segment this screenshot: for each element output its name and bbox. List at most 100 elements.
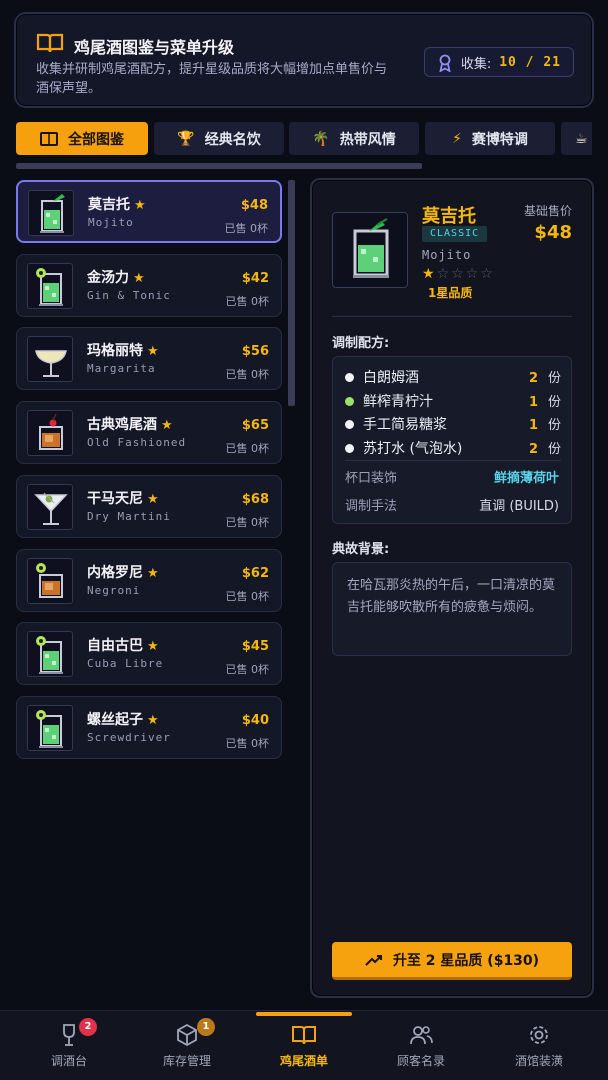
cocktail-card[interactable]: 莫吉托 ★ Mojito $48 已售 0杯 [16,180,282,243]
cocktail-english-name: Old Fashioned [87,436,187,450]
collection-counter: 收集: 10 / 21 [423,47,574,77]
ingredient-row: 苏打水 (气泡水) 2 份 [345,438,561,458]
page-description: 收集并研制鸡尾酒配方，提升星级品质将大幅增加点单售价与酒保声望。 [36,62,388,96]
cocktail-sold-count: 已售 0杯 [225,589,270,603]
cocktail-thumbnail [27,336,73,383]
cocktail-sold-count: 已售 0杯 [225,663,270,677]
ingredient-name: 鲜榨青柠汁 [363,393,433,410]
collect-label: 收集: [460,56,492,72]
tab-label: 赛博特调 [471,131,528,148]
cocktail-thumbnail [27,410,73,457]
ingredient-dot [345,373,354,382]
star-icon: ☆ [465,266,481,282]
recipe-box: 杯口装饰 鲜摘薄荷叶 调制手法 直调 (BUILD) 白朗姆酒 2 份鲜榨青柠汁 1 份… [332,356,572,524]
tab-tropical[interactable]: 🌴 热带风情 [289,122,419,155]
cocktail-name: 金汤力 ★ [87,269,145,286]
tab-classic[interactable]: 🏆 经典名饮 [154,122,284,155]
ingredient-qty: 2份 [528,441,561,457]
ingredient-row: 白朗姆酒 2 份 [345,367,561,387]
cocktail-card[interactable]: 干马天尼 ★ Dry Martini $68 已售 0杯 [16,474,282,538]
book-icon [40,131,58,146]
ingredient-row: 手工简易糖浆 1 份 [345,414,561,434]
method-label: 调制手法 [345,499,398,514]
star-icon: ★ [147,344,159,360]
nav-item[interactable]: 鸡尾酒单 [246,1014,362,1076]
notification-badge: 1 [197,1018,215,1036]
star-icon: ★ [133,270,145,286]
cocktail-english-name: Mojito [88,216,134,229]
cocktail-sold-count: 已售 0杯 [224,222,269,235]
star-icon: ★ [161,418,173,434]
garnish-label: 杯口装饰 [345,471,398,486]
cocktail-sold-count: 已售 0杯 [225,368,270,382]
highball-glass-icon [353,218,389,278]
ingredient-row: 鲜榨青柠汁 1 份 [345,391,561,411]
cocktail-name: 干马天尼 ★ [87,490,159,507]
nav-label: 鸡尾酒单 [279,1054,328,1068]
trophy-icon: 🏆 [177,130,195,147]
cocktail-card[interactable]: 古典鸡尾酒 ★ Old Fashioned $65 已售 0杯 [16,401,282,465]
cocktail-sold-count: 已售 0杯 [225,515,270,529]
quality-level: 1星品质 [428,286,473,300]
cocktail-name: 玛格丽特 ★ [87,343,159,360]
cocktail-thumbnail [27,704,73,751]
cocktail-price: $40 [241,712,269,728]
detail-english-name: Mojito [422,248,472,262]
nav-item[interactable]: 酒馆装潢 [481,1014,597,1076]
star-icon: ★ [147,712,159,728]
detail-price: $48 [534,222,572,243]
nav-item[interactable]: 1 库存管理 [129,1014,245,1076]
base-price-label: 基础售价 [523,204,572,218]
cocktail-card[interactable]: 内格罗尼 ★ Negroni $62 已售 0杯 [16,548,282,612]
star-icon: ☆ [451,266,466,282]
cocktail-thumbnail [28,190,74,236]
cocktail-english-name: Negroni [87,583,141,597]
nav-label: 库存管理 [162,1054,211,1068]
star-icon: ★ [147,639,159,655]
upgrade-button[interactable]: 升至 2 星品质 ($130) [332,942,572,980]
cocktail-name: 内格罗尼 ★ [87,564,159,581]
coffee-icon: ☕ [575,130,588,147]
tab-cyber[interactable]: ⚡ 赛博特调 [425,122,555,155]
nav-item[interactable]: 2 调酒台 [11,1014,127,1076]
ingredient-dot [345,443,354,453]
story-text: 在哈瓦那炎热的午后，一口清凉的莫吉托能够吹散所有的疲惫与烦闷。 [332,562,572,656]
ingredient-qty: 1份 [528,418,561,433]
cocktail-price: $65 [241,418,269,434]
list-scrollbar[interactable] [288,180,295,406]
tab-coffee[interactable]: ☕ [561,122,592,155]
cocktail-name: 螺丝起子 ★ [87,711,159,728]
nav-item[interactable]: 顾客名录 [363,1014,479,1076]
tabs-scrollbar[interactable] [16,163,422,169]
star-icon: ★ [422,266,437,282]
cocktail-thumbnail [27,262,73,309]
cocktail-name: 古典鸡尾酒 ★ [87,417,173,434]
cocktail-price: $68 [241,491,269,507]
cocktail-card[interactable]: 螺丝起子 ★ Screwdriver $40 已售 0杯 [16,695,282,759]
cocktail-price: $56 [241,344,269,360]
tab-label: 热带风情 [339,131,396,148]
tab-all[interactable]: 全部图鉴 [16,122,148,155]
cocktail-card[interactable]: 金汤力 ★ Gin & Tonic $42 已售 0杯 [16,253,282,317]
cocktail-english-name: Gin & Tonic [87,288,171,302]
cocktail-english-name: Screwdriver [87,730,171,744]
nav-label: 调酒台 [50,1054,87,1068]
cocktail-thumbnail [27,557,73,604]
cocktail-list: 莫吉托 ★ Mojito $48 已售 0杯 金汤力 ★ Gin & Tonic $42 已售 0… [14,180,296,770]
ingredient-name: 手工简易糖浆 [363,417,447,433]
palm-icon: 🌴 [312,130,330,147]
cocktail-image [332,212,408,288]
book-icon [36,33,64,53]
tab-label: 全部图鉴 [68,131,124,148]
nav-label: 顾客名录 [396,1054,445,1068]
cocktail-card[interactable]: 自由古巴 ★ Cuba Libre $45 已售 0杯 [16,622,282,686]
cocktail-price: $45 [241,639,269,655]
cocktail-price: $62 [241,565,269,581]
ingredient-qty: 1份 [528,394,561,410]
cocktail-sold-count: 已售 0杯 [225,442,270,456]
star-rating: ★☆☆☆☆ [422,266,495,282]
star-icon: ☆ [480,266,495,282]
cocktail-card[interactable]: 玛格丽特 ★ Margarita $56 已售 0杯 [16,327,282,391]
upgrade-label: 升至 2 星品质 ($130) [392,952,540,969]
cocktail-english-name: Dry Martini [87,509,171,523]
